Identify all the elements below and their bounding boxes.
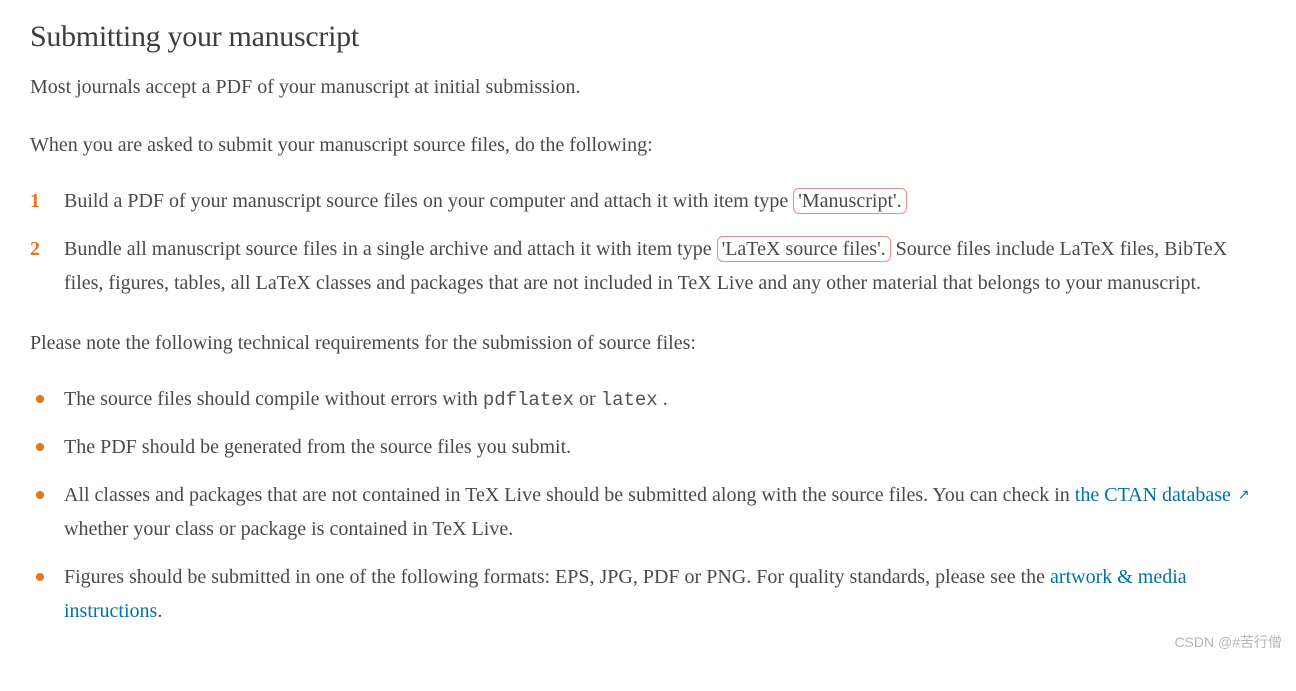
lead-paragraph-1: When you are asked to submit your manusc… (30, 130, 1266, 160)
requirement-2: The PDF should be generated from the sou… (30, 430, 1266, 464)
req4-pre: Figures should be submitted in one of th… (64, 566, 1050, 588)
ctan-link-text: the CTAN database (1075, 484, 1231, 506)
req3-pre: All classes and packages that are not co… (64, 484, 1075, 506)
step-2-pre: Bundle all manuscript source files in a … (64, 238, 717, 260)
watermark-text: CSDN @#苦行僧 (1174, 632, 1282, 652)
req4-post: . (157, 600, 162, 622)
external-link-icon: ↗ (1238, 484, 1250, 508)
step-1: Build a PDF of your manuscript source fi… (30, 184, 1266, 218)
step-1-pre: Build a PDF of your manuscript source fi… (64, 190, 793, 212)
ordered-steps-list: Build a PDF of your manuscript source fi… (30, 184, 1266, 300)
requirement-4: Figures should be submitted in one of th… (30, 560, 1266, 628)
requirement-1: The source files should compile without … (30, 382, 1266, 416)
req1-mid: or (574, 388, 601, 410)
lead-paragraph-2: Please note the following technical requ… (30, 328, 1266, 358)
intro-paragraph: Most journals accept a PDF of your manus… (30, 72, 1266, 102)
highlight-manuscript: 'Manuscript'. (793, 188, 906, 214)
step-2: Bundle all manuscript source files in a … (30, 232, 1266, 300)
section-heading: Submitting your manuscript (30, 20, 1266, 54)
requirements-list: The source files should compile without … (30, 382, 1266, 628)
ctan-database-link[interactable]: the CTAN database ↗ (1075, 484, 1250, 506)
req3-post: whether your class or package is contain… (64, 518, 513, 540)
code-latex: latex (601, 389, 658, 411)
req1-pre: The source files should compile without … (64, 388, 483, 410)
req1-post: . (658, 388, 668, 410)
code-pdflatex: pdflatex (483, 389, 574, 411)
highlight-latex-source: 'LaTeX source files'. (717, 236, 891, 262)
requirement-3: All classes and packages that are not co… (30, 478, 1266, 546)
